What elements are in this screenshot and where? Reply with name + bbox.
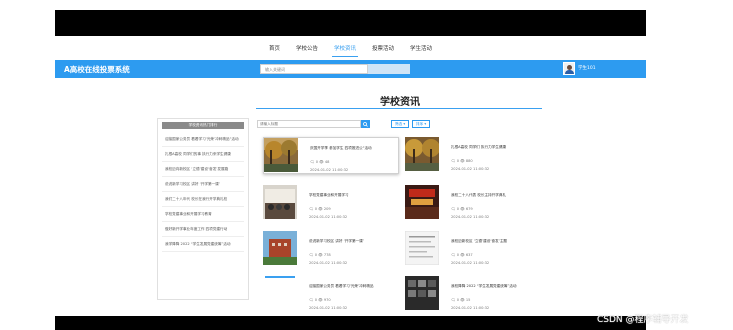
page-title: 学校资讯 (380, 97, 420, 108)
sidebar-item[interactable]: 说说新学习校区 讲好 ‘开学第一课’ (162, 177, 244, 192)
header-search-input[interactable]: 输入关键词 (260, 64, 368, 74)
bottom-black-bar (55, 316, 646, 330)
news-thumbnail (405, 185, 439, 219)
right-margin (646, 10, 733, 330)
sidebar-item[interactable]: 我学降降 2022 “学生发展党建统筹”活动 (162, 237, 244, 252)
filter-dropdown[interactable]: 筛选 ▾ (391, 120, 410, 128)
sort-dropdown[interactable]: 排序 ▾ (412, 120, 431, 128)
sidebar-header: 学校资讯热门排行 (162, 122, 244, 129)
news-date: 2024-01-02 11:00:32 (309, 215, 348, 219)
news-card[interactable]: 扎根A高校 同学们 执行力学生健康 🗨 0 👁 880 2024-01-02 1… (405, 137, 541, 174)
news-thumbnail (405, 276, 439, 310)
user-name[interactable]: 学生101 (578, 65, 596, 71)
nav-item-announcements[interactable]: 学校公告 (294, 38, 320, 58)
news-title[interactable]: 我校迈新校区 ‘立德’建设‘奋发’主题 (451, 239, 539, 244)
news-stats: 🗨 0 👁 48 (310, 160, 330, 164)
sidebar-item[interactable]: 我们二十八年代 校长在我行开学典礼校 (162, 192, 244, 207)
sidebar-item[interactable]: 迎接国家公务员 看看学习‘光荣’冲刺精品“活动 (162, 132, 244, 147)
news-stats: 🗨 0 👁 679 (451, 207, 473, 211)
news-stats: 🗨 0 👁 15 (451, 298, 471, 302)
hot-news-sidebar: 学校资讯热门排行 迎接国家公务员 看看学习‘光荣’冲刺精品“活动 扎根A高校 同… (157, 118, 249, 300)
news-date: 2024-01-02 11:00:32 (451, 167, 490, 171)
news-search-input[interactable]: 请输入标题 (257, 120, 361, 128)
sidebar-item[interactable]: 学校党建事业和开展学习教育 (162, 207, 244, 222)
nav-item-news[interactable]: 学校资讯 (331, 38, 359, 58)
news-card[interactable]: 我校迈新校区 ‘立德’建设‘奋发’主题 🗨 0 👁 637 2024-01-02… (405, 231, 541, 268)
avatar-body (565, 70, 574, 74)
site-title: A高校在线投票系统 (64, 65, 130, 74)
news-card[interactable]: 我校降降 2022 “学生发展党建统筹”活动 🗨 0 👁 15 2024-01-… (405, 276, 541, 313)
sidebar-item[interactable]: 扎根A高校 同学们的事 执行力来学生健康 (162, 147, 244, 162)
news-thumbnail (264, 138, 298, 172)
news-title[interactable]: 学校党建事业和开展学习 (309, 193, 397, 198)
news-card[interactable]: 我校二十八代表 校长主持开学典礼 🗨 0 👁 679 2024-01-02 11… (405, 185, 541, 222)
news-date: 2024-01-02 11:00:32 (310, 168, 349, 172)
news-title[interactable]: 说说新学习校区 讲好 ‘开学第一课’ (309, 239, 397, 244)
sidebar-item[interactable]: 做好新开学事业年度工作 四项党建行动 (162, 222, 244, 237)
news-card[interactable]: 说说新学习校区 讲好 ‘开学第一课’ 🗨 0 👁 778 2024-01-02 … (263, 231, 399, 268)
news-title[interactable]: 扎根A高校 同学们 执行力学生健康 (451, 145, 539, 150)
main-nav: 首页 学校公告 学校资讯 投票活动 学生活动 (55, 36, 646, 60)
watermark: CSDN @程序辅导开发 (597, 315, 689, 325)
sidebar-item[interactable]: 我校迈向新校区 ‘立德’建设‘奋发’发展路 (162, 162, 244, 177)
news-thumbnail (405, 231, 439, 265)
search-icon (363, 121, 368, 127)
news-date: 2024-01-02 11:00:32 (451, 306, 490, 310)
nav-item-home[interactable]: 首页 (267, 38, 282, 58)
news-thumbnail (405, 137, 439, 171)
top-black-bar (55, 10, 646, 36)
news-stats: 🗨 0 👁 209 (309, 207, 331, 211)
news-stats: 🗨 0 👁 970 (309, 298, 331, 302)
news-card[interactable]: 庆国开学季 参加学生 四项推进公“活动 🗨 0 👁 48 2024-01-02 … (263, 137, 399, 174)
news-card[interactable]: 学校党建事业和开展学习 🗨 0 👁 209 2024-01-02 11:00:3… (263, 185, 399, 222)
avatar[interactable] (563, 62, 575, 75)
news-date: 2024-01-02 11:00:32 (451, 261, 490, 265)
news-thumbnail (263, 231, 297, 265)
nav-item-student-activities[interactable]: 学生活动 (408, 38, 434, 58)
news-date: 2024-01-02 11:00:32 (451, 215, 490, 219)
nav-item-voting[interactable]: 投票活动 (370, 38, 396, 58)
news-stats: 🗨 0 👁 880 (451, 159, 473, 163)
news-title[interactable]: 迎接国家公务员 看看学习‘光荣’冲刺精品 (309, 284, 397, 289)
header-search-button[interactable] (368, 64, 410, 74)
app-frame: 首页 学校公告 学校资讯 投票活动 学生活动 A高校在线投票系统 输入关键词 学… (55, 36, 646, 316)
news-stats: 🗨 0 👁 637 (451, 253, 473, 257)
news-title[interactable]: 我校二十八代表 校长主持开学典礼 (451, 193, 539, 198)
news-date: 2024-01-02 11:00:32 (309, 306, 348, 310)
news-date: 2024-01-02 11:00:32 (309, 261, 348, 265)
title-divider (256, 108, 542, 109)
news-thumbnail (263, 185, 297, 219)
news-title[interactable]: 我校降降 2022 “学生发展党建统筹”活动 (451, 284, 539, 289)
site-header: A高校在线投票系统 输入关键词 学生101 (55, 60, 646, 78)
news-thumbnail (263, 276, 297, 310)
news-stats: 🗨 0 👁 778 (309, 253, 331, 257)
news-title[interactable]: 庆国开学季 参加学生 四项推进公“活动 (310, 146, 398, 151)
news-search-button[interactable] (361, 120, 370, 128)
news-card[interactable]: 迎接国家公务员 看看学习‘光荣’冲刺精品 🗨 0 👁 970 2024-01-0… (263, 276, 399, 313)
